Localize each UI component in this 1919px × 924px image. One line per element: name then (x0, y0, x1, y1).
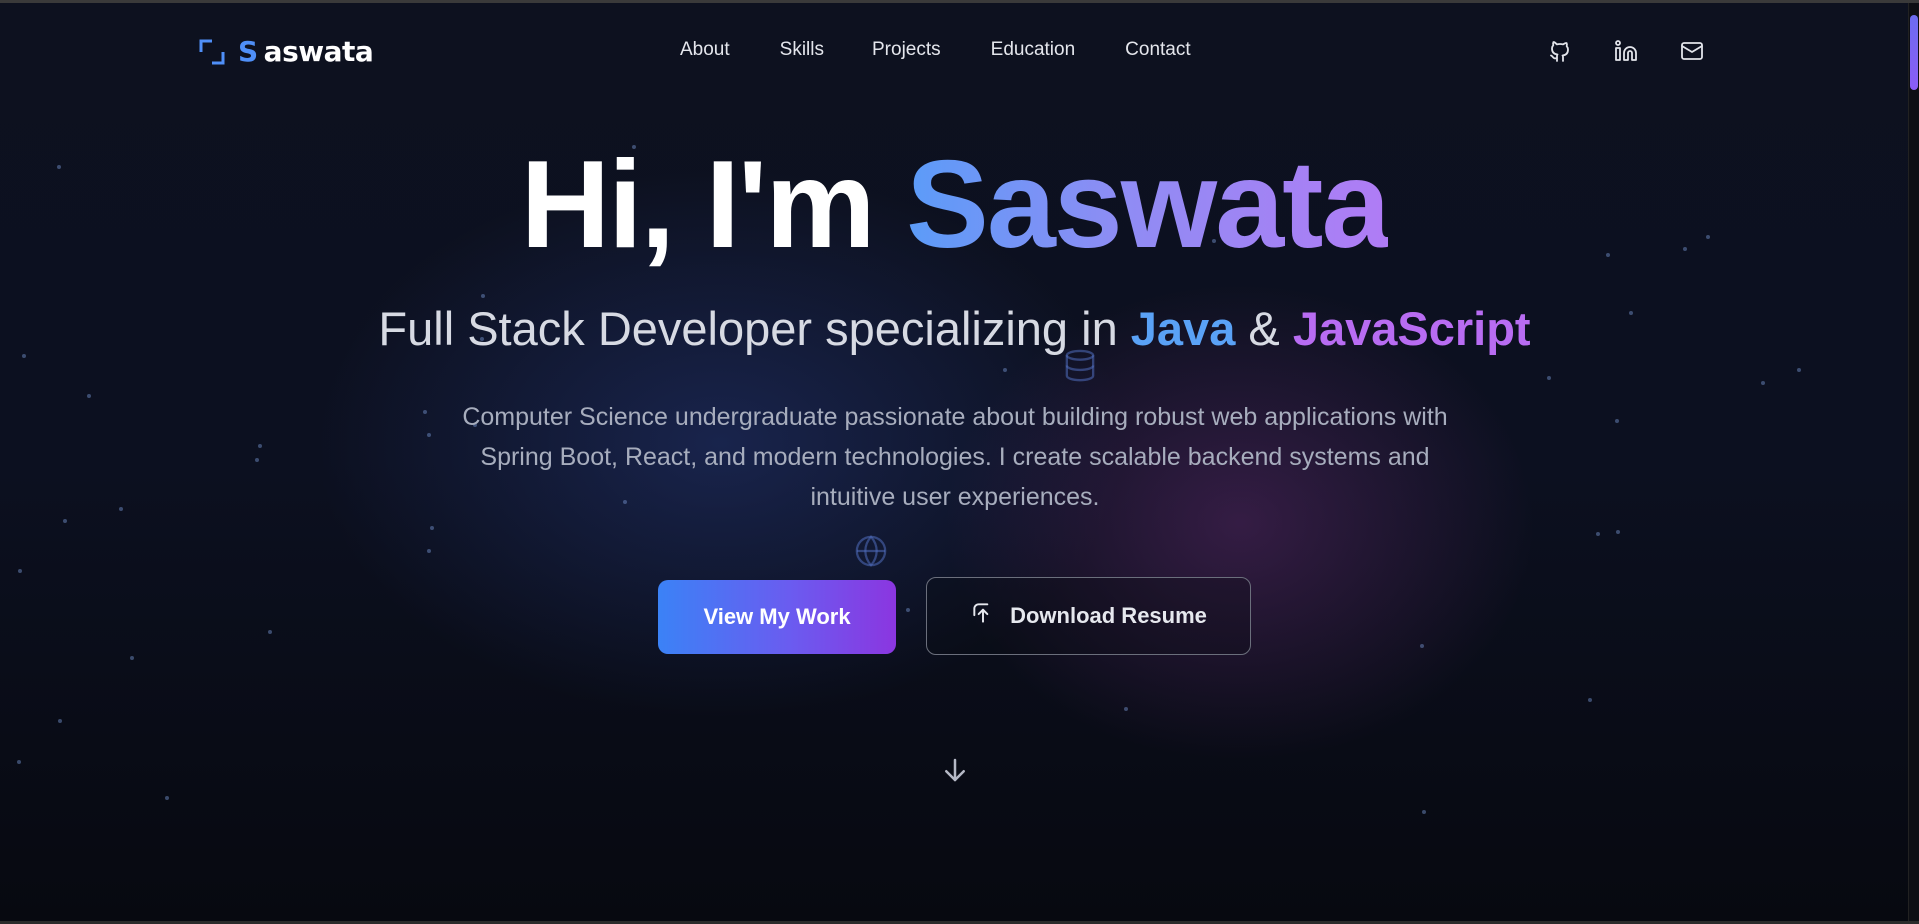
arrow-down-icon[interactable] (940, 755, 970, 785)
hero-name: Saswata (906, 136, 1390, 274)
social-icons (1547, 38, 1705, 64)
view-my-work-button[interactable]: View My Work (658, 580, 896, 654)
nav-link-education[interactable]: Education (991, 39, 1076, 61)
hero-subtitle: Full Stack Developer specializing in Jav… (0, 305, 1909, 352)
subtitle-ampersand: & (1235, 302, 1293, 355)
nav-links: About Skills Projects Education Contact (680, 39, 1241, 61)
logo-bracket-icon (198, 38, 226, 66)
subtitle-java: Java (1130, 302, 1236, 355)
nav-link-about[interactable]: About (680, 39, 730, 61)
github-icon[interactable] (1547, 38, 1573, 64)
logo-text: aswata (263, 35, 374, 68)
globe-icon (854, 534, 888, 572)
scrollbar-thumb[interactable] (1910, 15, 1918, 90)
mail-icon[interactable] (1679, 38, 1705, 64)
upload-arrow-icon (970, 600, 996, 632)
download-resume-label: Download Resume (1010, 603, 1207, 628)
hero-greeting: Hi, I'm (520, 136, 907, 274)
hero-heading: Hi, I'm Saswata (0, 143, 1909, 267)
nav-link-skills[interactable]: Skills (780, 39, 824, 61)
top-navigation: S aswata About Skills Projects Education… (0, 33, 1909, 73)
linkedin-icon[interactable] (1613, 38, 1639, 64)
subtitle-javascript: JavaScript (1292, 302, 1531, 355)
logo-initial: S (238, 35, 258, 68)
page-scrollbar[interactable] (1908, 3, 1919, 924)
nav-link-contact[interactable]: Contact (1125, 39, 1190, 61)
page: S aswata About Skills Projects Education… (0, 0, 1919, 924)
subtitle-prefix: Full Stack Developer specializing in (378, 302, 1131, 355)
nav-link-projects[interactable]: Projects (872, 39, 941, 61)
download-resume-button[interactable]: Download Resume (926, 577, 1251, 655)
site-logo[interactable]: S aswata (198, 35, 374, 68)
hero-description: Computer Science undergraduate passionat… (462, 403, 1448, 511)
